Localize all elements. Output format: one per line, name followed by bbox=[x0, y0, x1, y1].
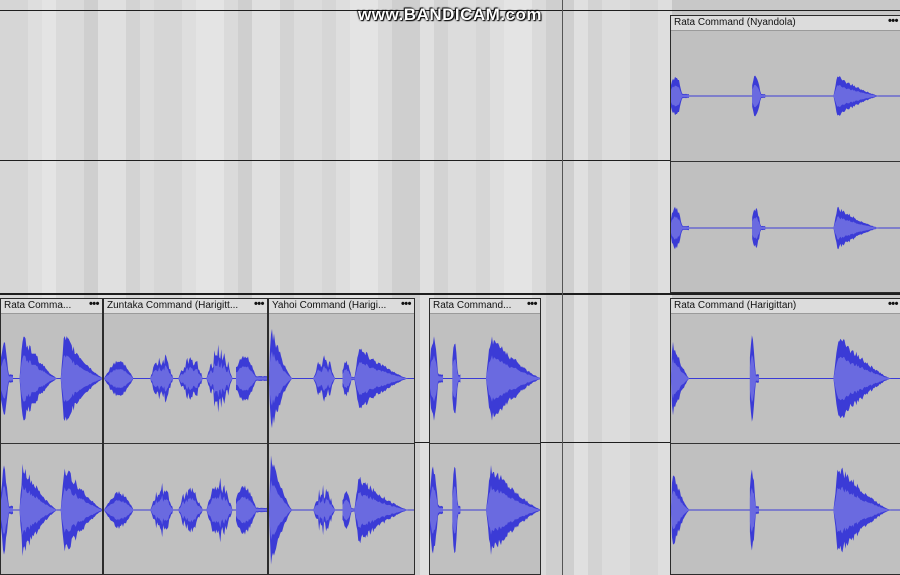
clip-menu-button[interactable]: ••• bbox=[888, 16, 899, 27]
clip-title: Rata Command... bbox=[433, 300, 512, 311]
clip-title: Zuntaka Command (Harigitt... bbox=[107, 300, 239, 311]
clip-rata-command-2[interactable]: Rata Command... ••• bbox=[429, 298, 541, 575]
clip-title: Rata Command (Nyandola) bbox=[674, 17, 796, 28]
clip-menu-button[interactable]: ••• bbox=[401, 299, 412, 310]
waveform-left bbox=[430, 336, 540, 421]
waveform-left bbox=[269, 328, 414, 429]
clip-menu-button[interactable]: ••• bbox=[89, 299, 100, 310]
clip-menu-button[interactable]: ••• bbox=[254, 299, 265, 310]
track-separator bbox=[0, 293, 900, 295]
waveform-left bbox=[1, 336, 102, 421]
waveform-left bbox=[671, 75, 900, 117]
clip-header[interactable]: Yahoi Command (Harigi... ••• bbox=[269, 299, 414, 314]
waveform-right bbox=[269, 455, 414, 565]
clip-title: Yahoi Command (Harigi... bbox=[272, 300, 387, 311]
clip-zuntaka-command[interactable]: Zuntaka Command (Harigitt... ••• bbox=[103, 298, 268, 575]
waveform-right bbox=[671, 206, 900, 250]
clip-header[interactable]: Rata Command... ••• bbox=[430, 299, 540, 314]
waveform-right bbox=[104, 477, 267, 543]
clip-rata-nyandola[interactable]: Rata Command (Nyandola) ••• bbox=[670, 15, 900, 293]
clip-menu-button[interactable]: ••• bbox=[527, 299, 538, 310]
waveform-right bbox=[430, 465, 540, 555]
clip-header[interactable]: Rata Comma... ••• bbox=[1, 299, 102, 314]
clip-header[interactable]: Zuntaka Command (Harigitt... ••• bbox=[104, 299, 267, 314]
clip-rata-command-1[interactable]: Rata Comma... ••• bbox=[0, 298, 103, 575]
playhead-line bbox=[562, 0, 563, 575]
waveform-right bbox=[1, 463, 102, 557]
waveform-right bbox=[671, 467, 900, 553]
clip-header[interactable]: Rata Command (Harigittan) ••• bbox=[671, 299, 900, 314]
clip-yahoi-command[interactable]: Yahoi Command (Harigi... ••• bbox=[268, 298, 415, 575]
waveform-left bbox=[104, 344, 267, 413]
clip-title: Rata Command (Harigittan) bbox=[674, 300, 797, 311]
clip-header[interactable]: Rata Command (Nyandola) ••• bbox=[671, 16, 900, 31]
clip-title: Rata Comma... bbox=[4, 300, 72, 311]
clip-menu-button[interactable]: ••• bbox=[888, 299, 899, 310]
waveform-left bbox=[671, 335, 900, 422]
clip-rata-harigittan[interactable]: Rata Command (Harigittan) ••• bbox=[670, 298, 900, 575]
